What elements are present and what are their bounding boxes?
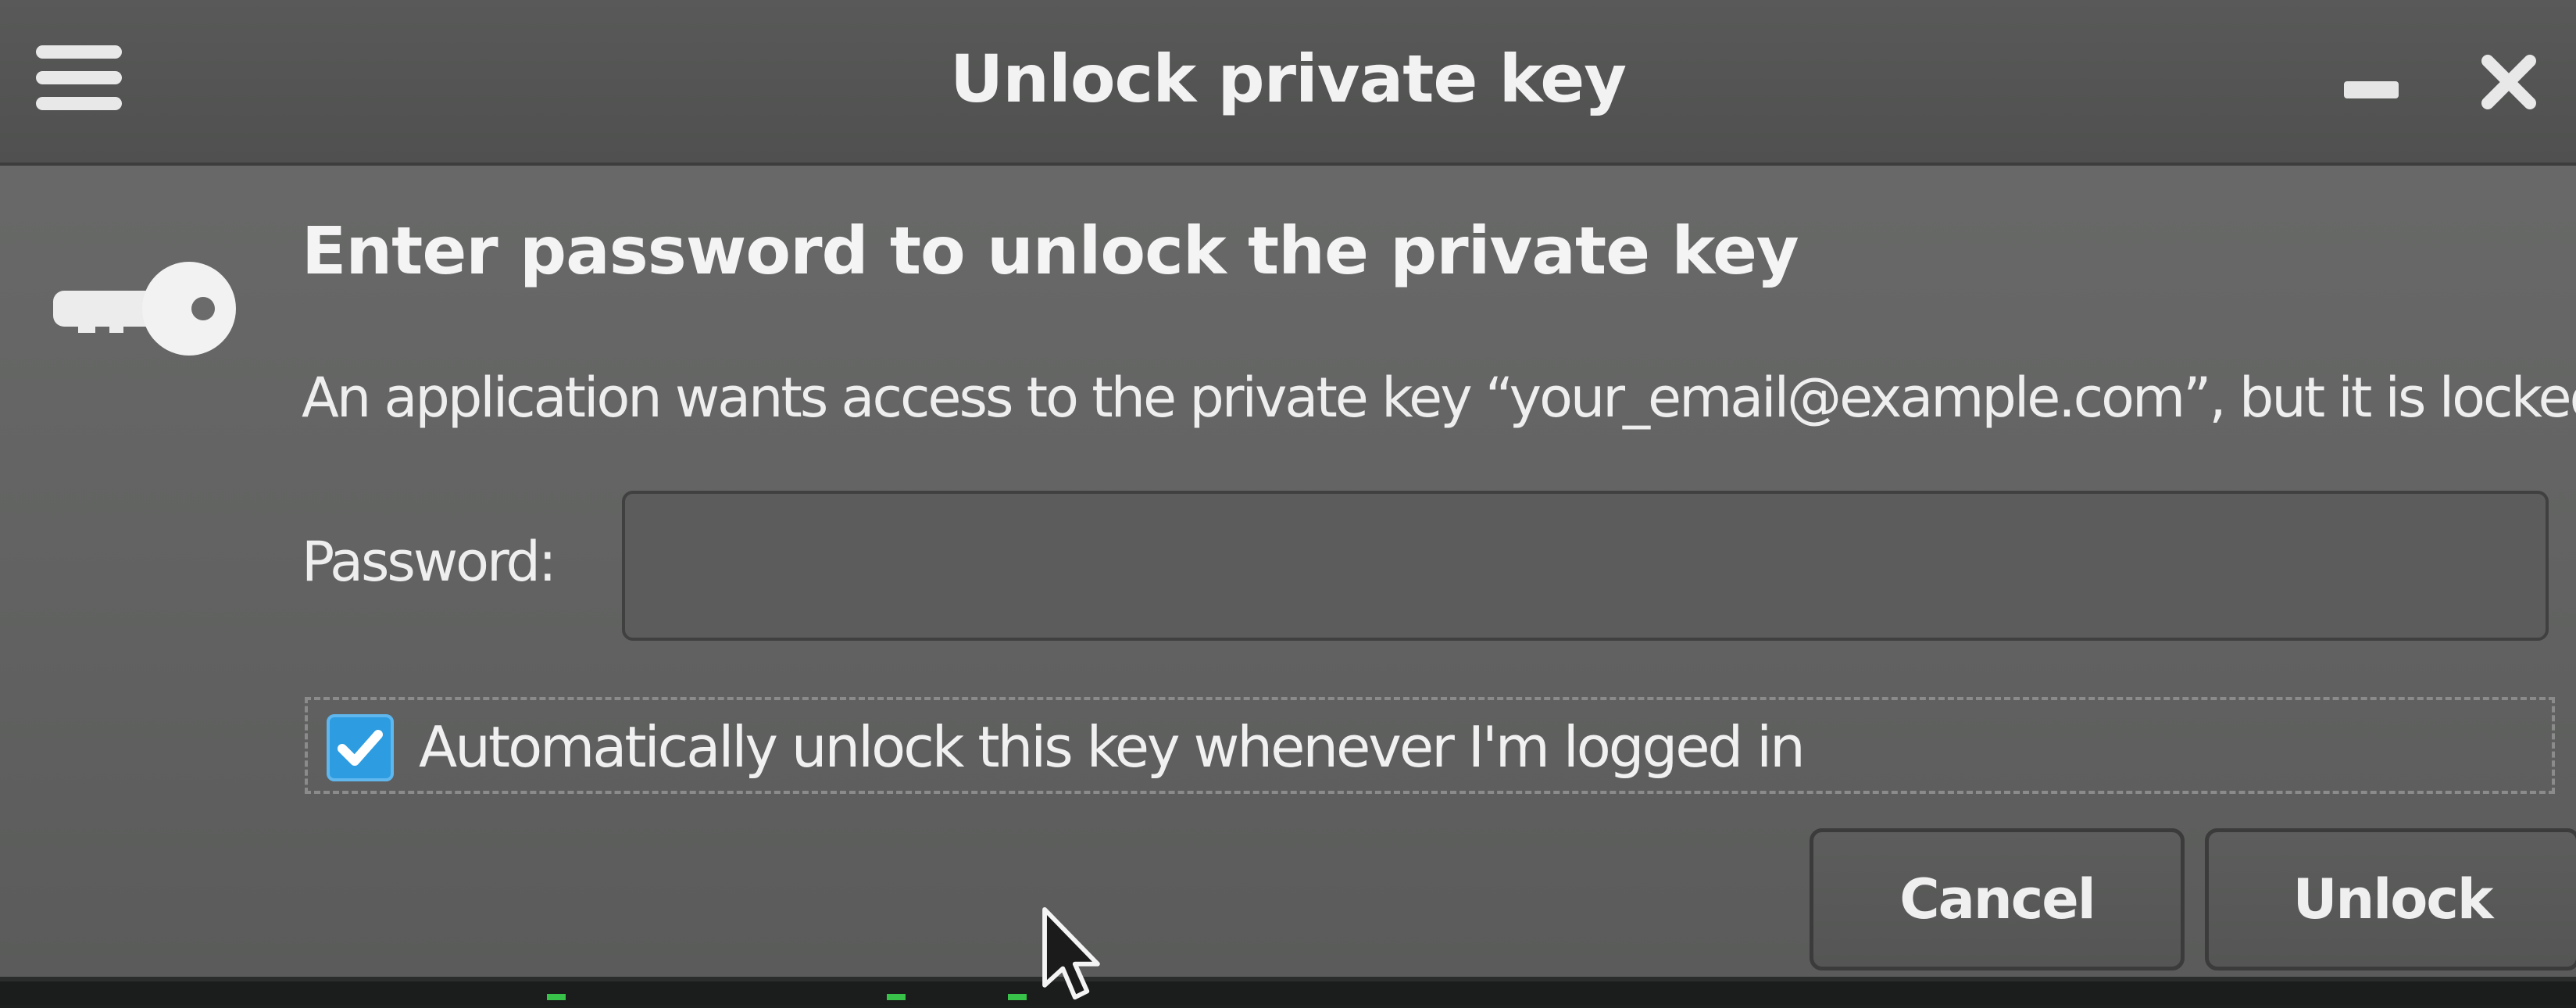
title-bar: Unlock private key: [0, 0, 2576, 166]
unlock-dialog: Unlock private key Enter password to unl…: [0, 0, 2576, 981]
dialog-heading: Enter password to unlock the private key: [302, 213, 1799, 289]
dialog-message: An application wants access to the priva…: [302, 366, 2576, 430]
auto-unlock-checkbox[interactable]: [327, 714, 394, 781]
auto-unlock-option[interactable]: Automatically unlock this key whenever I…: [305, 697, 2555, 794]
checkmark-icon: [338, 730, 383, 766]
cancel-button[interactable]: Cancel: [1810, 828, 2185, 970]
window-title: Unlock private key: [950, 41, 1627, 117]
minimize-icon[interactable]: [2344, 81, 2399, 98]
password-label: Password:: [302, 530, 557, 594]
auto-unlock-label: Automatically unlock this key whenever I…: [419, 714, 1806, 780]
close-icon[interactable]: [2474, 47, 2544, 117]
desktop-artifact: [547, 994, 566, 1000]
key-icon: [47, 258, 242, 359]
unlock-button[interactable]: Unlock: [2205, 828, 2576, 970]
mouse-pointer-icon: [1039, 906, 1102, 1008]
desktop-background: [0, 981, 2576, 1005]
desktop-artifact: [1008, 994, 1027, 1000]
desktop-artifact: [887, 994, 906, 1000]
password-input[interactable]: [622, 491, 2549, 641]
